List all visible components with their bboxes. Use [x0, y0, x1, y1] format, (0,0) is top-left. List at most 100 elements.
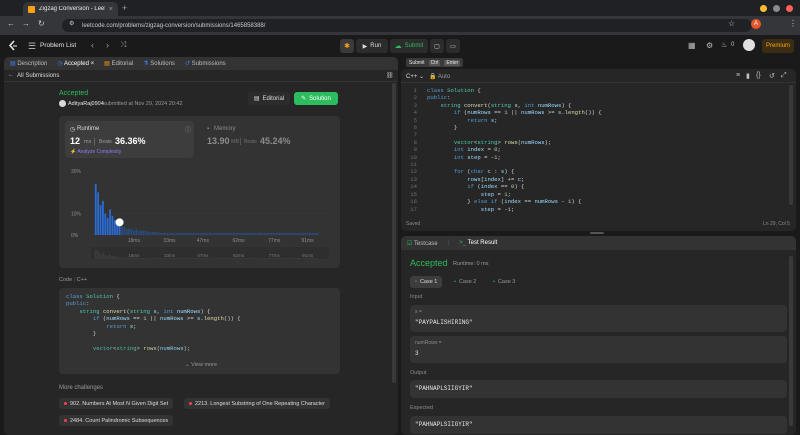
challenge-chip[interactable]: 902. Numbers At Most N Given Digit Set	[59, 398, 174, 409]
case-1-tab[interactable]: • Case 1	[410, 276, 443, 288]
challenge-chip[interactable]: 2213. Longest Substring of One Repeating…	[184, 398, 330, 409]
overview-bar	[223, 258, 226, 259]
runtime-bar	[125, 228, 128, 235]
debug-button[interactable]: ✱	[340, 39, 354, 53]
runtime-card[interactable]: ◷ Runtime ⓘ 12 ms Beats 36.36% ⚡ Analyze…	[65, 121, 194, 158]
runtime-bar	[199, 232, 202, 235]
overview-bar	[228, 258, 230, 259]
solution-button[interactable]: ✎ Solution	[294, 92, 338, 105]
tab-editorial[interactable]: ▤ Editorial	[104, 60, 133, 67]
new-tab-icon[interactable]: +	[122, 3, 127, 13]
tab-test-result[interactable]: >_ Test Result	[459, 240, 497, 246]
browser-menu-icon[interactable]: ⋮	[789, 19, 797, 28]
settings-gear-icon[interactable]: ⚙	[706, 41, 713, 50]
problem-list-icon[interactable]: ☰	[28, 41, 36, 52]
runtime-bar	[192, 232, 195, 235]
panel-resize-handle[interactable]	[590, 232, 604, 234]
shuffle-icon[interactable]: ⤨	[120, 40, 126, 50]
left-scrollbar[interactable]	[392, 83, 396, 383]
back-arrow-icon[interactable]: ←	[8, 72, 14, 78]
editor-scrollbar[interactable]	[789, 85, 793, 205]
overview-bar	[244, 258, 247, 259]
overview-bar	[287, 258, 290, 259]
prev-problem-icon[interactable]: ‹	[91, 40, 94, 50]
layout-icon[interactable]: ▦	[688, 41, 696, 50]
expected-box[interactable]: "PAHNAPLSIIGYIR"	[410, 416, 787, 434]
overview-bar	[161, 258, 164, 259]
submitter-name[interactable]: AdityaRaj0904	[68, 101, 104, 107]
x-tick-label: 62ms	[232, 238, 245, 244]
leetcode-logo-icon[interactable]	[8, 40, 18, 52]
overview-bar	[173, 258, 176, 259]
bookmark-star-icon[interactable]: ☆	[728, 19, 735, 28]
site-info-icon[interactable]: ⚙	[69, 20, 74, 27]
next-problem-icon[interactable]: ›	[106, 40, 109, 50]
challenge-chip[interactable]: 2484. Count Palindromic Subsequences	[59, 415, 174, 426]
profile-avatar-icon[interactable]: A	[751, 19, 761, 29]
fullscreen-icon[interactable]: ⤢	[781, 72, 787, 80]
braces-icon[interactable]: {}	[756, 72, 761, 79]
analyze-complexity-link[interactable]: ⚡ Analyze Complexity	[70, 149, 121, 155]
user-avatar[interactable]	[743, 39, 755, 51]
output-box[interactable]: "PAHNAPLSIIGYIR"	[410, 380, 787, 398]
overview-bar	[180, 258, 183, 259]
url-field[interactable]: leetcode.com/problems/zigzag-conversion/…	[62, 19, 752, 32]
run-button[interactable]: ▶ Run	[356, 39, 388, 53]
input-s-box[interactable]: s = "PAYPALISHIRING"	[410, 305, 787, 332]
stats-card: ◷ Runtime ⓘ 12 ms Beats 36.36% ⚡ Analyze…	[59, 116, 340, 268]
memory-label[interactable]: Memory	[214, 126, 236, 132]
overview-bar	[263, 258, 266, 259]
runtime-bar	[235, 232, 238, 235]
auto-mode-toggle[interactable]: 🔒 Auto	[429, 73, 450, 80]
submit-button[interactable]: ☁ Submit	[390, 39, 428, 53]
runtime-bar	[147, 231, 150, 235]
minimize-window-icon[interactable]	[760, 5, 767, 12]
close-tab-icon[interactable]: ×	[109, 6, 113, 13]
overview-bar	[140, 258, 142, 259]
runtime-bar	[240, 232, 242, 235]
all-submissions-link[interactable]: All Submissions	[17, 73, 59, 79]
case-2-tab[interactable]: • Case 2	[449, 276, 481, 288]
overview-bar	[187, 258, 190, 259]
notes-button[interactable]: ▢	[430, 39, 444, 53]
maximize-window-icon[interactable]	[773, 5, 780, 12]
overview-bar	[142, 258, 145, 259]
runtime-bar	[163, 232, 166, 235]
results-scrollbar[interactable]	[789, 256, 793, 426]
bookmark-icon[interactable]: ▮	[746, 72, 750, 80]
format-icon[interactable]: ≡	[736, 72, 740, 79]
submission-status: Accepted	[59, 90, 89, 97]
divider	[94, 138, 95, 145]
runtime-bar	[301, 232, 304, 235]
reset-icon[interactable]: ↺	[769, 72, 775, 80]
problem-list-link[interactable]: Problem List	[40, 42, 76, 49]
overview-bar	[280, 258, 283, 259]
pencil-icon: ✎	[301, 96, 307, 102]
premium-button[interactable]: Premium	[762, 39, 794, 53]
link-icon[interactable]: ⛓	[386, 72, 394, 79]
back-arrow-icon[interactable]: ←	[7, 19, 15, 28]
tab-testcase[interactable]: ☑ Testcase	[407, 240, 438, 247]
reload-icon[interactable]: ↻	[38, 19, 45, 28]
language-select[interactable]: C++ ⌄	[406, 73, 424, 80]
tab-description[interactable]: ▤ Description	[10, 60, 47, 67]
view-more-link[interactable]: ⌄ View more	[185, 362, 217, 368]
forward-arrow-icon[interactable]: →	[22, 19, 30, 28]
streak-fire-icon[interactable]: ♨	[721, 41, 727, 49]
close-window-icon[interactable]	[786, 5, 793, 12]
runtime-distribution-chart[interactable]: 30% 10% 0% 18ms 33ms 47ms 62ms 77ms 91ms 18ms 33ms…	[59, 161, 340, 268]
runtime-bar	[94, 183, 97, 235]
tab-accepted[interactable]: ◷ Accepted ×	[57, 60, 94, 67]
runtime-bar	[123, 226, 126, 235]
submitted-code-block[interactable]: class Solution { public: string convert(…	[59, 288, 340, 374]
editor-code[interactable]: class Solution { public: string convert(…	[427, 87, 602, 213]
browser-tab[interactable]: Zigzag Conversion - Leet ×	[23, 2, 118, 16]
input-numrows-box[interactable]: numRows = 3	[410, 336, 787, 363]
whiteboard-button[interactable]: ▭	[446, 39, 460, 53]
info-icon[interactable]: ⓘ	[185, 125, 191, 134]
tab-solutions[interactable]: ⚗ Solutions	[143, 60, 175, 67]
tab-submissions[interactable]: ↺ Submissions	[185, 60, 226, 67]
case-3-tab[interactable]: • Case 3	[488, 276, 520, 288]
overview-bar	[204, 258, 207, 259]
editorial-button[interactable]: ▤ Editorial	[248, 92, 290, 105]
